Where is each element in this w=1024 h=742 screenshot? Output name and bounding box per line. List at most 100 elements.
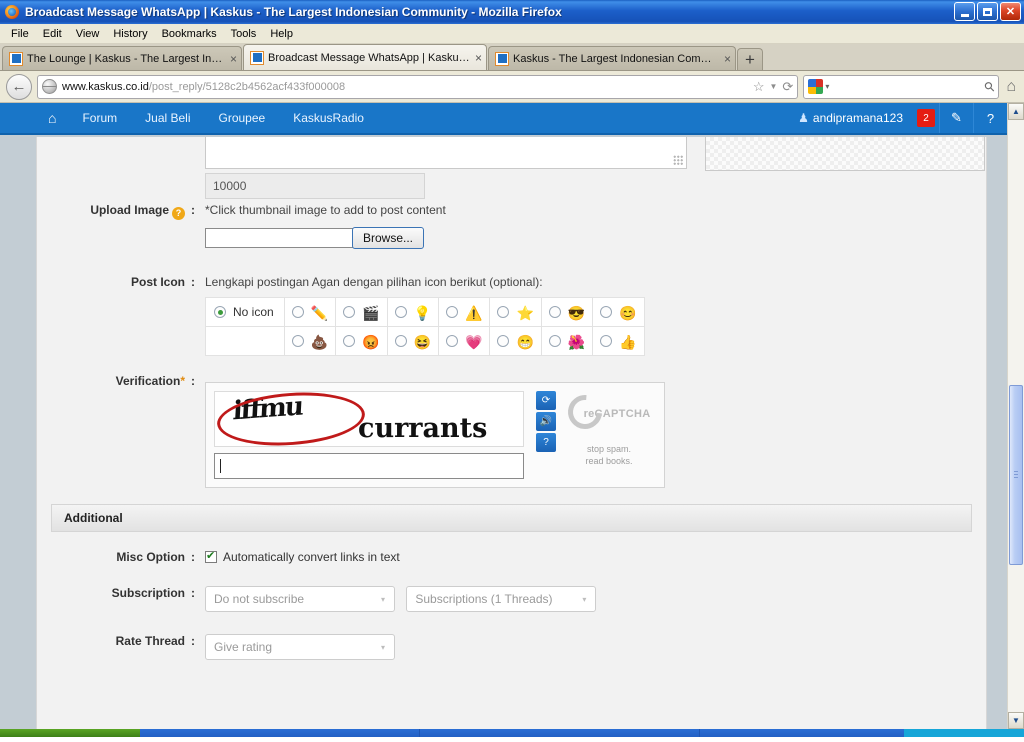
chevron-down-icon[interactable]: ▾ <box>372 643 394 652</box>
browser-tab-3[interactable]: Kaskus - The Largest Indonesian Commu...… <box>488 46 736 70</box>
menu-item-file[interactable]: File <box>4 26 36 42</box>
radio-heart[interactable] <box>446 334 458 347</box>
system-tray[interactable] <box>904 729 1024 737</box>
url-bar[interactable]: www.kaskus.co.id/post_reply/5128c2b4562a… <box>37 74 799 99</box>
no-icon-cell[interactable]: No icon <box>205 297 285 327</box>
menu-item-edit[interactable]: Edit <box>36 26 69 42</box>
icon-cell-smiley-face[interactable]: 😊 <box>592 297 645 327</box>
back-button[interactable]: ← <box>6 73 32 100</box>
chevron-down-icon[interactable]: ▾ <box>573 595 595 604</box>
icon-cell-red-face[interactable]: 😡 <box>335 326 388 356</box>
radio-laughing-face[interactable] <box>394 334 407 347</box>
radio-no-icon[interactable] <box>214 306 226 318</box>
browser-tab-2[interactable]: Broadcast Message WhatsApp | Kaskus -...… <box>243 44 487 70</box>
close-button[interactable]: ✕ <box>1000 2 1021 21</box>
restore-button[interactable] <box>977 2 998 21</box>
tab-close-icon[interactable]: × <box>475 51 482 65</box>
refresh-icon[interactable]: ⟳ <box>536 391 556 410</box>
radio-lightbulb[interactable] <box>394 305 407 318</box>
browse-button[interactable]: Browse... <box>352 227 425 249</box>
character-counter-field[interactable]: 10000 <box>205 173 425 199</box>
chevron-down-icon[interactable]: ▾ <box>372 595 394 604</box>
audio-icon[interactable]: 🔊 <box>536 412 556 431</box>
icon-cell-blue-grin-face[interactable]: 😁 <box>489 326 542 356</box>
help-icon[interactable]: ? <box>536 433 556 452</box>
radio-thumbs-up[interactable] <box>600 334 613 347</box>
icon-cell-heart[interactable]: 💗 <box>437 326 491 356</box>
radio-star[interactable] <box>497 305 510 318</box>
icon-cell-warning[interactable]: ⚠️ <box>437 297 491 327</box>
menu-item-help[interactable]: Help <box>263 26 300 42</box>
reload-icon[interactable]: ⟳ <box>782 79 793 95</box>
laughing-face-icon[interactable]: 😆 <box>414 334 431 350</box>
notification-badge[interactable]: 2 <box>917 109 935 127</box>
nav-item-groupee[interactable]: Groupee <box>205 111 280 125</box>
nav-item-kaskusradio[interactable]: KaskusRadio <box>279 111 378 125</box>
scroll-down-button[interactable]: ▼ <box>1008 712 1024 729</box>
new-tab-button[interactable]: + <box>737 48 763 70</box>
warning-icon[interactable]: ⚠️ <box>465 305 482 321</box>
icon-cell-thumbs-up[interactable]: 👍 <box>592 326 645 356</box>
browser-tab-1[interactable]: The Lounge | Kaskus - The Largest Indon.… <box>2 46 242 70</box>
lightbulb-icon[interactable]: 💡 <box>414 305 431 321</box>
search-bar[interactable]: ▾ ⚲ <box>803 74 1000 99</box>
start-button[interactable] <box>0 729 140 737</box>
radio-smiley-face[interactable] <box>600 305 613 318</box>
help-icon[interactable]: ? <box>172 206 185 220</box>
icon-cell-star[interactable]: ⭐ <box>489 297 542 327</box>
menu-item-bookmarks[interactable]: Bookmarks <box>155 26 224 42</box>
flower-icon[interactable]: 🌺 <box>568 334 585 350</box>
search-icon[interactable]: ⚲ <box>981 77 999 95</box>
clapperboard-icon[interactable]: 🎬 <box>362 305 379 321</box>
home-button[interactable]: ⌂ <box>1004 78 1018 96</box>
red-face-icon[interactable]: 😡 <box>362 334 379 350</box>
scroll-up-button[interactable]: ▲ <box>1008 103 1024 120</box>
chevron-down-icon[interactable]: ▾ <box>825 82 829 91</box>
rate-thread-select[interactable]: Give rating ▾ <box>205 634 395 660</box>
taskbar-item[interactable] <box>420 729 700 737</box>
resize-grip-icon[interactable] <box>673 155 683 165</box>
radio-flower[interactable] <box>548 334 561 347</box>
minimize-button[interactable] <box>954 2 975 21</box>
captcha-input[interactable] <box>214 453 524 479</box>
star-icon[interactable]: ⭐ <box>516 305 533 321</box>
bookmark-star-icon[interactable]: ☆ <box>753 79 765 95</box>
scrollbar-thumb[interactable] <box>1009 385 1023 565</box>
radio-blue-grin-face[interactable] <box>497 334 510 347</box>
icon-cell-cool-face[interactable]: 😎 <box>540 297 594 327</box>
chevron-down-icon[interactable]: ▼ <box>770 82 778 91</box>
icon-cell-poop[interactable]: 💩 <box>283 326 337 356</box>
convert-links-checkbox[interactable] <box>205 549 217 563</box>
heart-icon[interactable]: 💗 <box>465 334 482 350</box>
nav-item-forum[interactable]: Forum <box>68 111 131 125</box>
icon-cell-pencil[interactable]: ✏️ <box>283 297 337 327</box>
thumbs-up-icon[interactable]: 👍 <box>619 334 636 350</box>
radio-poop[interactable] <box>291 334 304 347</box>
cool-face-icon[interactable]: 😎 <box>568 305 585 321</box>
username-label[interactable]: andipramana123 <box>809 111 913 125</box>
help-icon[interactable]: ? <box>973 103 1007 133</box>
subscription-mode-select[interactable]: Do not subscribe ▾ <box>205 586 395 612</box>
menu-item-history[interactable]: History <box>106 26 154 42</box>
compose-pencil-icon[interactable]: ✎ <box>939 103 973 133</box>
nav-item-jual-beli[interactable]: Jual Beli <box>131 111 204 125</box>
menu-item-tools[interactable]: Tools <box>224 26 264 42</box>
radio-clapperboard[interactable] <box>343 305 356 318</box>
radio-cool-face[interactable] <box>548 305 561 318</box>
icon-cell-clapperboard[interactable]: 🎬 <box>335 297 388 327</box>
file-path-input[interactable] <box>205 228 353 248</box>
tab-close-icon[interactable]: × <box>724 52 731 66</box>
tab-close-icon[interactable]: × <box>230 52 237 66</box>
radio-warning[interactable] <box>446 305 458 318</box>
radio-pencil[interactable] <box>291 305 304 318</box>
icon-cell-laughing-face[interactable]: 😆 <box>386 326 440 356</box>
icon-cell-lightbulb[interactable]: 💡 <box>386 297 440 327</box>
post-body-textarea[interactable] <box>205 137 687 169</box>
site-home-icon[interactable]: ⌂ <box>36 110 68 126</box>
page-scrollbar[interactable]: ▲ ▼ <box>1007 103 1024 729</box>
radio-red-face[interactable] <box>343 334 356 347</box>
poop-icon[interactable]: 💩 <box>311 334 328 350</box>
blue-grin-face-icon[interactable]: 😁 <box>516 334 533 350</box>
pencil-icon[interactable]: ✏️ <box>311 305 328 321</box>
taskbar-item[interactable] <box>140 729 420 737</box>
